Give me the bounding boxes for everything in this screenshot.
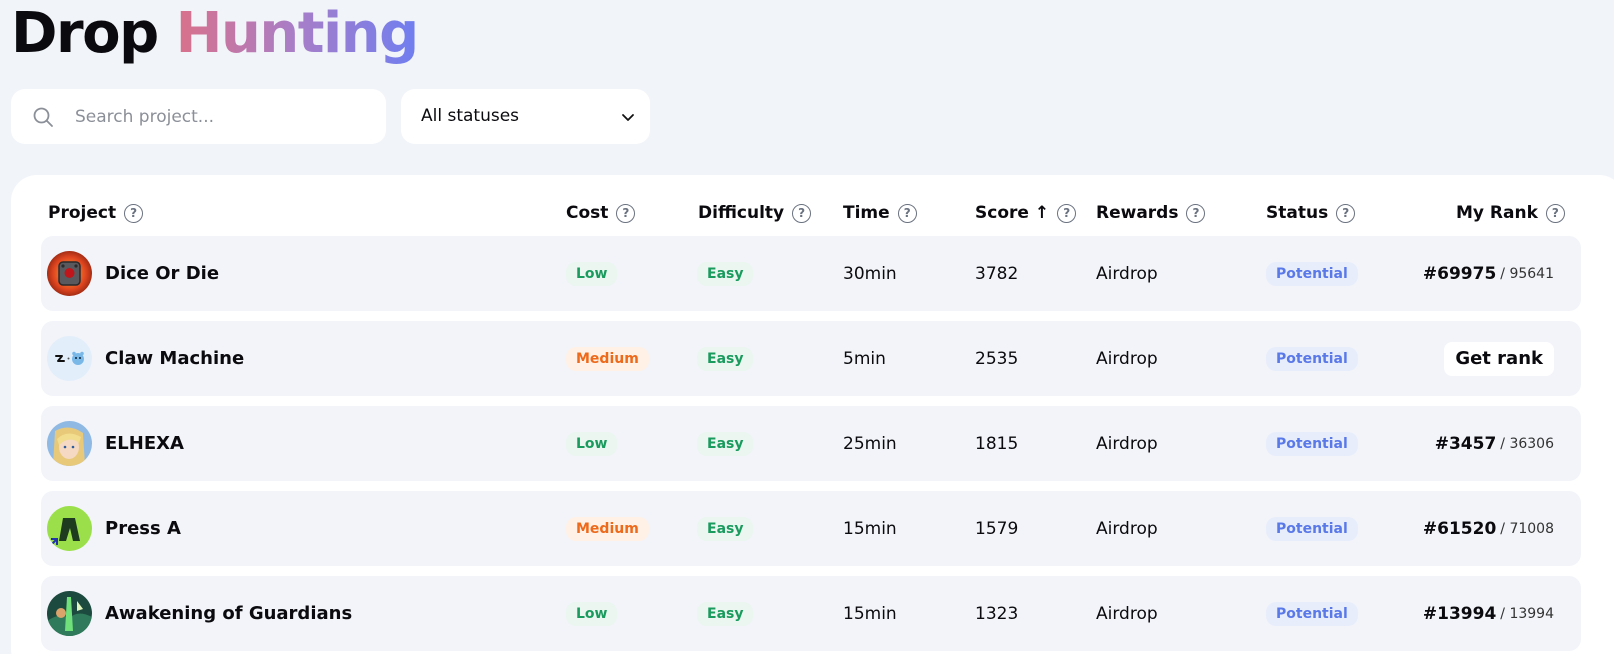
press-a-logo-icon <box>47 506 92 551</box>
time-value: 15min <box>843 603 897 624</box>
chevron-down-icon <box>622 114 634 121</box>
rank-total: / 13994 <box>1500 605 1554 622</box>
project-name[interactable]: Awakening of Guardians <box>105 576 352 651</box>
time-value: 5min <box>843 348 886 369</box>
table-row[interactable]: Dice Or Die Low Easy 30min 3782 Airdrop … <box>41 236 1581 311</box>
rank-total: / 95641 <box>1500 265 1554 282</box>
header-my-rank[interactable]: My Rank ? <box>1456 203 1565 223</box>
table-row[interactable]: Press A Medium Easy 15min 1579 Airdrop P… <box>41 491 1581 566</box>
score-value: 1323 <box>975 603 1019 624</box>
header-rewards-label: Rewards <box>1096 203 1179 223</box>
status-filter-value: All statuses <box>421 106 520 126</box>
help-icon[interactable]: ? <box>124 203 144 223</box>
page-title: Drop Hunting <box>11 1 420 66</box>
cost-badge: Medium <box>566 516 649 541</box>
cost-badge: Low <box>566 431 618 456</box>
search-box[interactable] <box>11 89 386 144</box>
header-cost-label: Cost <box>566 203 609 223</box>
header-score-label: Score <box>975 203 1029 223</box>
sort-arrow-up-icon[interactable]: ↑ <box>1035 203 1049 223</box>
difficulty-badge: Easy <box>697 516 754 541</box>
rank-total: / 71008 <box>1500 520 1554 537</box>
status-filter-select[interactable]: All statuses <box>401 89 650 144</box>
time-value: 30min <box>843 263 897 284</box>
header-my-rank-label: My Rank <box>1456 203 1538 223</box>
rewards-value: Airdrop <box>1096 518 1158 539</box>
rank-total: / 36306 <box>1500 435 1554 452</box>
elf-avatar-icon <box>47 421 92 466</box>
header-rewards[interactable]: Rewards ? <box>1096 203 1206 223</box>
score-value: 2535 <box>975 348 1019 369</box>
help-icon[interactable]: ? <box>1057 203 1077 223</box>
claw-machine-avatar-icon <box>47 336 92 381</box>
score-value: 1579 <box>975 518 1019 539</box>
search-input[interactable] <box>75 89 375 144</box>
header-time[interactable]: Time ? <box>843 203 917 223</box>
help-icon[interactable]: ? <box>1336 203 1356 223</box>
page-title-part1: Drop <box>11 1 159 66</box>
help-icon[interactable]: ? <box>616 203 636 223</box>
rank-number: #69975 <box>1422 263 1497 284</box>
header-time-label: Time <box>843 203 890 223</box>
help-icon[interactable]: ? <box>792 203 812 223</box>
cost-badge: Medium <box>566 346 649 371</box>
difficulty-badge: Easy <box>697 431 754 456</box>
header-project-label: Project <box>48 203 117 223</box>
status-badge: Potential <box>1266 261 1358 286</box>
header-cost[interactable]: Cost ? <box>566 203 636 223</box>
get-rank-button[interactable]: Get rank <box>1444 341 1554 376</box>
help-icon[interactable]: ? <box>1545 203 1565 223</box>
rank-number: #3457 <box>1434 433 1497 454</box>
status-badge: Potential <box>1266 346 1358 371</box>
rewards-value: Airdrop <box>1096 433 1158 454</box>
search-icon <box>33 107 53 127</box>
header-score[interactable]: Score ↑ ? <box>975 203 1077 223</box>
cost-badge: Low <box>566 261 618 286</box>
difficulty-badge: Easy <box>697 601 754 626</box>
rank-value: #13994 / 13994 <box>1423 576 1554 651</box>
project-name[interactable]: ELHEXA <box>105 406 184 481</box>
table-row[interactable]: Claw Machine Medium Easy 5min 2535 Airdr… <box>41 321 1581 396</box>
rank-number: #61520 <box>1422 518 1497 539</box>
cost-badge: Low <box>566 601 618 626</box>
project-name[interactable]: Press A <box>105 491 181 566</box>
project-name[interactable]: Dice Or Die <box>105 236 219 311</box>
rank-value: #3457 / 36306 <box>1435 406 1554 481</box>
header-status-label: Status <box>1266 203 1329 223</box>
rank-value: #61520 / 71008 <box>1423 491 1554 566</box>
help-icon[interactable]: ? <box>1186 203 1206 223</box>
status-badge: Potential <box>1266 601 1358 626</box>
table-row[interactable]: Awakening of Guardians Low Easy 15min 13… <box>41 576 1581 651</box>
project-name[interactable]: Claw Machine <box>105 321 244 396</box>
score-value: 1815 <box>975 433 1019 454</box>
header-difficulty[interactable]: Difficulty ? <box>698 203 812 223</box>
rewards-value: Airdrop <box>1096 603 1158 624</box>
time-value: 25min <box>843 433 897 454</box>
difficulty-badge: Easy <box>697 261 754 286</box>
header-difficulty-label: Difficulty <box>698 203 785 223</box>
dice-avatar-icon <box>47 251 92 296</box>
status-badge: Potential <box>1266 431 1358 456</box>
rank-number: #13994 <box>1422 603 1497 624</box>
page-title-part2: Hunting <box>175 1 420 66</box>
help-icon[interactable]: ? <box>897 203 917 223</box>
difficulty-badge: Easy <box>697 346 754 371</box>
time-value: 15min <box>843 518 897 539</box>
status-badge: Potential <box>1266 516 1358 541</box>
rewards-value: Airdrop <box>1096 263 1158 284</box>
guardian-avatar-icon <box>47 591 92 636</box>
table-row[interactable]: ELHEXA Low Easy 25min 1815 Airdrop Poten… <box>41 406 1581 481</box>
rewards-value: Airdrop <box>1096 348 1158 369</box>
header-project[interactable]: Project ? <box>48 203 144 223</box>
header-status[interactable]: Status ? <box>1266 203 1356 223</box>
score-value: 3782 <box>975 263 1019 284</box>
rank-value: #69975 / 95641 <box>1423 236 1554 311</box>
